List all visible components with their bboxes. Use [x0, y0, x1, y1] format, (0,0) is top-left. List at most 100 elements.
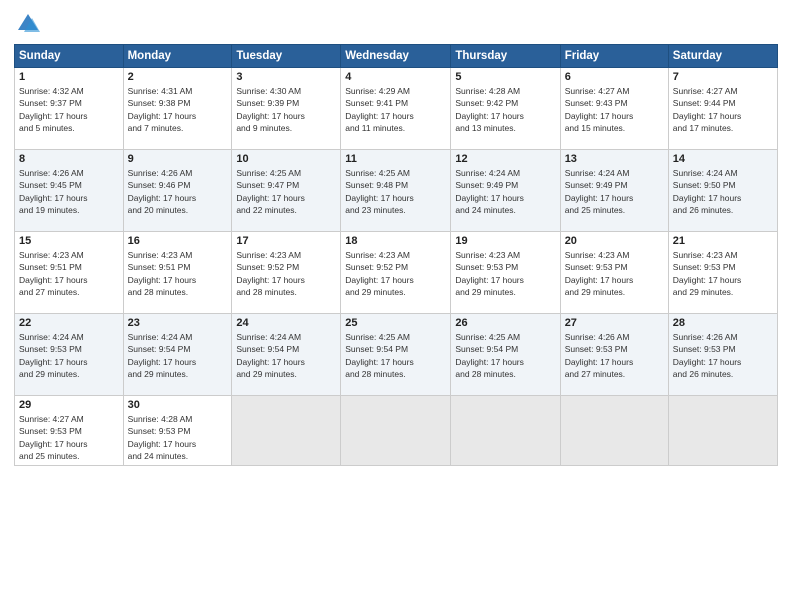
day-info: Sunrise: 4:24 AM Sunset: 9:49 PM Dayligh…: [565, 167, 664, 216]
weekday-header-friday: Friday: [560, 45, 668, 68]
day-info: Sunrise: 4:23 AM Sunset: 9:52 PM Dayligh…: [236, 249, 336, 298]
day-cell: 10 Sunrise: 4:25 AM Sunset: 9:47 PM Dayli…: [232, 150, 341, 232]
day-info: Sunrise: 4:26 AM Sunset: 9:53 PM Dayligh…: [565, 331, 664, 380]
day-info: Sunrise: 4:28 AM Sunset: 9:53 PM Dayligh…: [128, 413, 228, 462]
day-cell: 3 Sunrise: 4:30 AM Sunset: 9:39 PM Daylig…: [232, 68, 341, 150]
week-row-2: 8 Sunrise: 4:26 AM Sunset: 9:45 PM Daylig…: [15, 150, 778, 232]
header-row: SundayMondayTuesdayWednesdayThursdayFrid…: [15, 45, 778, 68]
day-info: Sunrise: 4:27 AM Sunset: 9:53 PM Dayligh…: [19, 413, 119, 462]
day-cell: 16 Sunrise: 4:23 AM Sunset: 9:51 PM Dayli…: [123, 232, 232, 314]
day-cell: 20 Sunrise: 4:23 AM Sunset: 9:53 PM Dayli…: [560, 232, 668, 314]
day-number: 27: [565, 317, 664, 329]
day-cell: 8 Sunrise: 4:26 AM Sunset: 9:45 PM Daylig…: [15, 150, 124, 232]
day-cell: 29 Sunrise: 4:27 AM Sunset: 9:53 PM Dayli…: [15, 396, 124, 466]
day-cell: 12 Sunrise: 4:24 AM Sunset: 9:49 PM Dayli…: [451, 150, 560, 232]
day-number: 28: [673, 317, 773, 329]
day-number: 9: [128, 153, 228, 165]
week-row-5: 29 Sunrise: 4:27 AM Sunset: 9:53 PM Dayli…: [15, 396, 778, 466]
day-number: 3: [236, 71, 336, 83]
day-info: Sunrise: 4:23 AM Sunset: 9:53 PM Dayligh…: [565, 249, 664, 298]
day-info: Sunrise: 4:24 AM Sunset: 9:50 PM Dayligh…: [673, 167, 773, 216]
weekday-header-wednesday: Wednesday: [341, 45, 451, 68]
day-info: Sunrise: 4:24 AM Sunset: 9:54 PM Dayligh…: [236, 331, 336, 380]
day-info: Sunrise: 4:26 AM Sunset: 9:53 PM Dayligh…: [673, 331, 773, 380]
day-cell: 1 Sunrise: 4:32 AM Sunset: 9:37 PM Daylig…: [15, 68, 124, 150]
day-info: Sunrise: 4:27 AM Sunset: 9:44 PM Dayligh…: [673, 85, 773, 134]
day-info: Sunrise: 4:26 AM Sunset: 9:45 PM Dayligh…: [19, 167, 119, 216]
day-info: Sunrise: 4:24 AM Sunset: 9:54 PM Dayligh…: [128, 331, 228, 380]
day-cell: 21Sunrise: 4:23 AM Sunset: 9:53 PM Dayli…: [668, 232, 777, 314]
day-info: Sunrise: 4:23 AM Sunset: 9:53 PM Dayligh…: [455, 249, 555, 298]
day-info: Sunrise: 4:25 AM Sunset: 9:47 PM Dayligh…: [236, 167, 336, 216]
day-number: 5: [455, 71, 555, 83]
day-number: 30: [128, 399, 228, 411]
week-row-1: 1 Sunrise: 4:32 AM Sunset: 9:37 PM Daylig…: [15, 68, 778, 150]
day-number: 12: [455, 153, 555, 165]
calendar: SundayMondayTuesdayWednesdayThursdayFrid…: [14, 44, 778, 466]
day-number: 7: [673, 71, 773, 83]
day-info: Sunrise: 4:25 AM Sunset: 9:54 PM Dayligh…: [345, 331, 446, 380]
day-number: 20: [565, 235, 664, 247]
weekday-header-tuesday: Tuesday: [232, 45, 341, 68]
day-cell: 18 Sunrise: 4:23 AM Sunset: 9:52 PM Dayli…: [341, 232, 451, 314]
day-info: Sunrise: 4:24 AM Sunset: 9:49 PM Dayligh…: [455, 167, 555, 216]
day-info: Sunrise: 4:25 AM Sunset: 9:48 PM Dayligh…: [345, 167, 446, 216]
header: [14, 10, 778, 38]
day-number: 13: [565, 153, 664, 165]
day-cell: 24 Sunrise: 4:24 AM Sunset: 9:54 PM Dayli…: [232, 314, 341, 396]
day-cell: 17 Sunrise: 4:23 AM Sunset: 9:52 PM Dayli…: [232, 232, 341, 314]
day-number: 24: [236, 317, 336, 329]
day-cell: 9 Sunrise: 4:26 AM Sunset: 9:46 PM Daylig…: [123, 150, 232, 232]
day-info: Sunrise: 4:32 AM Sunset: 9:37 PM Dayligh…: [19, 85, 119, 134]
weekday-header-saturday: Saturday: [668, 45, 777, 68]
day-cell: 27 Sunrise: 4:26 AM Sunset: 9:53 PM Dayli…: [560, 314, 668, 396]
day-info: Sunrise: 4:31 AM Sunset: 9:38 PM Dayligh…: [128, 85, 228, 134]
day-number: 25: [345, 317, 446, 329]
day-cell: 28 Sunrise: 4:26 AM Sunset: 9:53 PM Dayli…: [668, 314, 777, 396]
day-cell: 30 Sunrise: 4:28 AM Sunset: 9:53 PM Dayli…: [123, 396, 232, 466]
day-info: Sunrise: 4:25 AM Sunset: 9:54 PM Dayligh…: [455, 331, 555, 380]
page: SundayMondayTuesdayWednesdayThursdayFrid…: [0, 0, 792, 612]
day-cell: 2Sunrise: 4:31 AM Sunset: 9:38 PM Daylig…: [123, 68, 232, 150]
day-cell: 11 Sunrise: 4:25 AM Sunset: 9:48 PM Dayli…: [341, 150, 451, 232]
day-number: 1: [19, 71, 119, 83]
day-number: 22: [19, 317, 119, 329]
weekday-header-sunday: Sunday: [15, 45, 124, 68]
day-number: 6: [565, 71, 664, 83]
day-cell: [341, 396, 451, 466]
day-info: Sunrise: 4:23 AM Sunset: 9:51 PM Dayligh…: [128, 249, 228, 298]
day-info: Sunrise: 4:23 AM Sunset: 9:52 PM Dayligh…: [345, 249, 446, 298]
day-info: Sunrise: 4:29 AM Sunset: 9:41 PM Dayligh…: [345, 85, 446, 134]
day-info: Sunrise: 4:28 AM Sunset: 9:42 PM Dayligh…: [455, 85, 555, 134]
day-cell: 5 Sunrise: 4:28 AM Sunset: 9:42 PM Daylig…: [451, 68, 560, 150]
day-number: 11: [345, 153, 446, 165]
day-number: 17: [236, 235, 336, 247]
day-info: Sunrise: 4:30 AM Sunset: 9:39 PM Dayligh…: [236, 85, 336, 134]
day-cell: 19 Sunrise: 4:23 AM Sunset: 9:53 PM Dayli…: [451, 232, 560, 314]
logo-icon: [14, 10, 42, 38]
day-info: Sunrise: 4:24 AM Sunset: 9:53 PM Dayligh…: [19, 331, 119, 380]
day-cell: 15Sunrise: 4:23 AM Sunset: 9:51 PM Dayli…: [15, 232, 124, 314]
day-number: 8: [19, 153, 119, 165]
week-row-4: 22 Sunrise: 4:24 AM Sunset: 9:53 PM Dayli…: [15, 314, 778, 396]
day-cell: 14 Sunrise: 4:24 AM Sunset: 9:50 PM Dayli…: [668, 150, 777, 232]
weekday-header-monday: Monday: [123, 45, 232, 68]
day-number: 29: [19, 399, 119, 411]
day-number: 14: [673, 153, 773, 165]
day-info: Sunrise: 4:26 AM Sunset: 9:46 PM Dayligh…: [128, 167, 228, 216]
week-row-3: 15Sunrise: 4:23 AM Sunset: 9:51 PM Dayli…: [15, 232, 778, 314]
day-cell: [560, 396, 668, 466]
day-cell: [451, 396, 560, 466]
day-cell: [668, 396, 777, 466]
day-cell: 25 Sunrise: 4:25 AM Sunset: 9:54 PM Dayli…: [341, 314, 451, 396]
day-number: 19: [455, 235, 555, 247]
day-number: 4: [345, 71, 446, 83]
day-cell: 6 Sunrise: 4:27 AM Sunset: 9:43 PM Daylig…: [560, 68, 668, 150]
logo: [14, 10, 46, 38]
day-number: 18: [345, 235, 446, 247]
day-number: 10: [236, 153, 336, 165]
day-number: 26: [455, 317, 555, 329]
day-info: Sunrise: 4:27 AM Sunset: 9:43 PM Dayligh…: [565, 85, 664, 134]
day-cell: 7 Sunrise: 4:27 AM Sunset: 9:44 PM Daylig…: [668, 68, 777, 150]
day-number: 16: [128, 235, 228, 247]
